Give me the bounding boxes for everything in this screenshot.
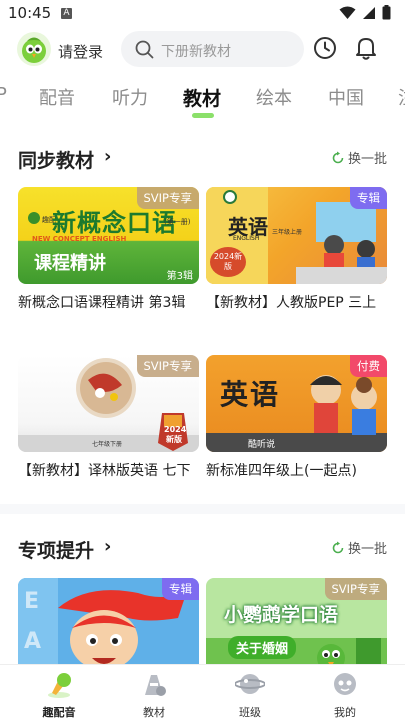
tab-partial-right[interactable]: 注 [398,84,405,110]
book-title[interactable]: 【新教材】译林版英语 七下 [18,460,199,482]
svip-badge: SVIP专享 [136,355,199,377]
dubbing-icon [48,673,71,698]
cover-tag: (第一册) [164,218,191,226]
refresh-icon [332,151,344,163]
wifi-icon [339,6,356,19]
tab-china[interactable]: 中国 [328,84,364,110]
svip-badge: SVIP专享 [136,187,199,209]
nav-label: 趣配音 [42,706,76,719]
cover-english: NEW CONCEPT ENGLISH [32,235,127,243]
search-bar[interactable]: 下册新教材 [121,31,304,67]
refresh-label: 换一批 [347,542,387,557]
book-title[interactable]: 新标准四年级上(一起点) [206,460,387,482]
cover-english: ENGLISH [233,235,260,242]
cover-brand: 酷听说 [248,440,276,450]
chevron-right-icon[interactable]: › [104,146,111,167]
content-area[interactable]: 同步教材 › 换一批 趣配音 新概念口语 (第一册) NEW CONCEPT E… [0,124,405,664]
svg-text:E: E [24,589,39,614]
status-icons [339,5,391,20]
chevron-right-icon[interactable]: › [104,536,111,557]
category-tabs: P 配音 听力 教材 绘本 中国 注 [0,80,405,120]
cover-year: 2024 [164,425,187,434]
section-title-sync[interactable]: 同步教材 [18,146,94,173]
cover-grade: 三年级上册 [272,229,303,236]
tab-listening[interactable]: 听力 [112,84,148,110]
cover-subtitle: 关于婚姻 [228,636,297,659]
nav-label: 班级 [239,706,261,719]
album-badge: 专辑 [350,187,387,209]
tab-picture-books[interactable]: 绘本 [256,84,292,110]
cover-subtitle: 课程精讲 [34,253,106,274]
bottom-navigation: 趣配音 教材 班级 我的 [0,664,405,721]
refresh-button[interactable]: 换一批 [331,538,387,557]
book-card[interactable]: 英语 ENGLISH 三年级上册 2024新版 专辑 【新教材】人教版PEP 三… [206,187,387,314]
parrot-mascot-icon [22,37,46,63]
book-title[interactable]: 新概念口语课程精讲 第3辑 [18,292,199,314]
book-cover-cartoon[interactable]: E A 专辑 [18,578,199,664]
cover-title: 小鹦鹉学口语 [224,604,339,626]
status-indicator: A [61,8,72,19]
book-card[interactable]: 英语 酷听说 付费 新标准四年级上(一起点) [206,355,387,482]
refresh-button[interactable]: 换一批 [331,148,387,167]
search-icon [135,40,154,59]
status-bar: 10:45 A [0,0,405,28]
svg-text:A: A [24,629,41,654]
svip-badge: SVIP专享 [324,578,387,600]
tab-textbook[interactable]: 教材 [183,84,221,111]
refresh-icon [332,541,344,553]
year-badge-text: 2024新版 [213,252,243,271]
nav-profile[interactable]: 我的 [310,671,380,720]
book-card[interactable]: 小鹦鹉学口语 关于婚姻 SVIP专享 [206,578,387,664]
class-icon [234,674,266,694]
nav-class[interactable]: 班级 [215,671,285,720]
book-card[interactable]: E A 专辑 [18,578,199,664]
bell-icon[interactable] [354,35,378,61]
cover-grade: 七年级下册 [92,441,123,448]
history-clock-icon[interactable] [313,36,337,60]
header: 请登录 下册新教材 [0,28,405,72]
status-time: 10:45 [8,4,52,22]
cover-new: 新版 [166,435,182,444]
section-title-special[interactable]: 专项提升 [18,536,94,563]
book-cover-yilin[interactable]: 2024 新版 七年级下册 SVIP专享 [18,355,199,452]
nav-label: 我的 [334,706,356,719]
login-text[interactable]: 请登录 [58,41,103,62]
album-badge: 专辑 [162,578,199,600]
battery-icon [382,5,391,20]
cover-title: 英语 [220,378,281,411]
active-tab-indicator [192,113,214,118]
signal-icon [363,6,375,19]
book-cover-parrot[interactable]: 小鹦鹉学口语 关于婚姻 SVIP专享 [206,578,387,664]
search-placeholder: 下册新教材 [161,44,231,60]
year-badge: 2024新版 [210,247,246,277]
paid-badge: 付费 [350,355,387,377]
nav-label: 教材 [143,706,165,719]
book-cover-new-standard[interactable]: 英语 酷听说 付费 [206,355,387,452]
book-card[interactable]: 2024 新版 七年级下册 SVIP专享 【新教材】译林版英语 七下 [18,355,199,482]
book-cover-new-concept[interactable]: 趣配音 新概念口语 (第一册) NEW CONCEPT ENGLISH 课程精讲… [18,187,199,284]
book-cover-pep[interactable]: 英语 ENGLISH 三年级上册 2024新版 专辑 [206,187,387,284]
book-card[interactable]: 趣配音 新概念口语 (第一册) NEW CONCEPT ENGLISH 课程精讲… [18,187,199,314]
tab-dubbing[interactable]: 配音 [39,84,75,110]
textbook-icon [145,675,166,696]
book-title[interactable]: 【新教材】人教版PEP 三上 [206,292,387,314]
nav-dubbing[interactable]: 趣配音 [24,671,94,720]
nav-textbook[interactable]: 教材 [119,671,189,720]
avatar[interactable] [17,32,51,66]
tab-partial-left[interactable]: P [0,84,7,105]
refresh-label: 换一批 [347,152,387,167]
cover-volume: 第3辑 [166,271,193,282]
profile-icon [334,673,356,695]
